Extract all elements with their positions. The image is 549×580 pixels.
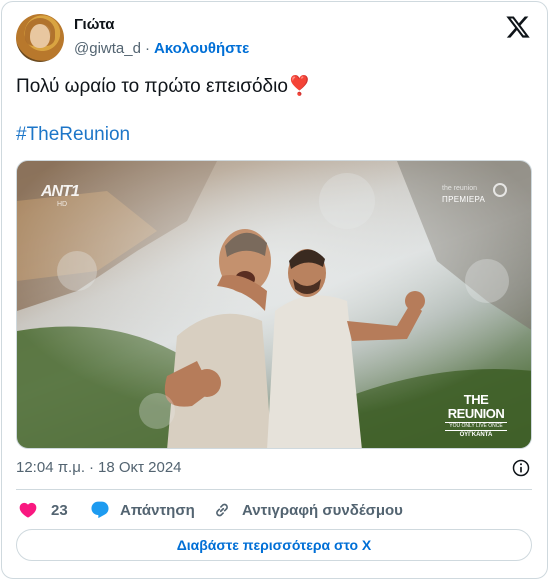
author-handle-row: @giwta_d · Ακολουθήστε (74, 40, 249, 57)
heart-exclamation-emoji: ❣️ (287, 76, 312, 97)
water-drop (465, 259, 509, 303)
tweet-media[interactable]: ANT1 HD the reunion ΠΡΕΜΙΕΡΑ THE REUNION… (16, 160, 532, 449)
tweet-actions: 23 Απάντηση Αντιγραφή συνδέσμου (16, 498, 532, 522)
timestamp-separator: · (89, 459, 95, 476)
speech-bubble-icon (91, 501, 109, 519)
water-drop (57, 251, 97, 291)
tweet-time: 12:04 π.μ. (16, 459, 86, 476)
hashtag-link[interactable]: #TheReunion (16, 124, 130, 146)
show-logo-location: ΟΥΓΚΑΝΤΑ (459, 432, 493, 438)
tweet-date: 18 Οκτ 2024 (98, 459, 182, 476)
x-logo-icon[interactable] (505, 14, 531, 40)
premiere-label: ΠΡΕΜΙΕΡΑ (442, 195, 486, 204)
avatar-face (30, 24, 50, 48)
copy-link-label: Αντιγραφή συνδέσμου (242, 501, 403, 519)
divider (16, 489, 532, 490)
heart-icon (19, 502, 37, 518)
show-logo: THE REUNION YOU ONLY LIVE ONCE ΟΥΓΚΑΝΤΑ (445, 393, 507, 439)
like-count: 23 (51, 501, 68, 519)
info-icon[interactable] (511, 458, 531, 478)
reply-button[interactable]: Απάντηση (90, 498, 195, 522)
tweet-text: Πολύ ωραίο το πρώτο επεισόδιο❣️ (16, 74, 312, 100)
follow-button[interactable]: Ακολουθήστε (154, 40, 249, 57)
read-more-button[interactable]: Διαβάστε περισσότερα στο X (16, 529, 532, 561)
water-drop (139, 393, 175, 429)
reply-label: Απάντηση (120, 501, 195, 519)
avatar[interactable] (16, 14, 64, 62)
show-logo-subtitle: YOU ONLY LIVE ONCE (445, 422, 507, 431)
handle-separator: · (144, 40, 150, 57)
show-logo-title: THE REUNION (447, 392, 505, 421)
like-button[interactable]: 23 (18, 498, 68, 522)
water-drop (319, 173, 375, 229)
tweet-body: Πολύ ωραίο το πρώτο επεισόδιο (16, 76, 288, 97)
channel-logo: ANT1 (41, 183, 80, 200)
author-handle[interactable]: @giwta_d (74, 40, 141, 57)
author-display-name[interactable]: Γιώτα (74, 16, 114, 33)
tweet-timestamp[interactable]: 12:04 π.μ. · 18 Οκτ 2024 (16, 459, 182, 476)
link-icon (216, 503, 228, 517)
premiere-show-name: the reunion (442, 185, 478, 192)
copy-link-button[interactable]: Αντιγραφή συνδέσμου (212, 498, 403, 522)
channel-bug-icon (493, 183, 507, 197)
channel-logo-sub: HD (57, 201, 68, 208)
